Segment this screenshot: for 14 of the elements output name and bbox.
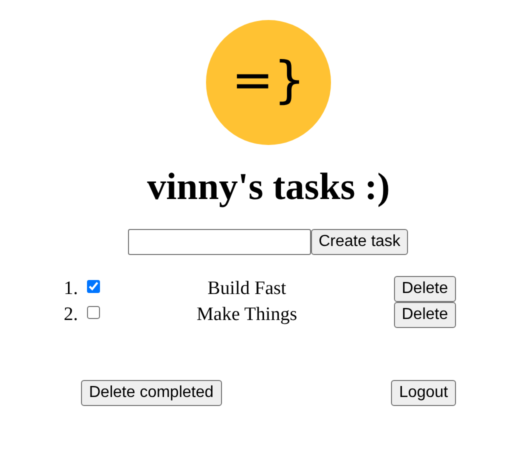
create-task-button[interactable]: Create task: [310, 228, 408, 255]
list-number: 2.: [62, 304, 78, 326]
task-checkbox[interactable]: [87, 306, 100, 320]
task-input-field[interactable]: [128, 228, 311, 255]
page-title: vinny's tasks :): [147, 167, 390, 209]
list-number: 1.: [62, 278, 78, 300]
delete-button[interactable]: Delete: [394, 302, 456, 328]
logout-button[interactable]: Logout: [391, 380, 456, 406]
task-checkbox[interactable]: [87, 280, 100, 294]
task-text: Build Fast: [206, 278, 288, 300]
logo-text: =}: [232, 54, 306, 110]
delete-completed-button[interactable]: Delete completed: [81, 380, 222, 406]
task-text: Make Things: [196, 304, 298, 326]
delete-button[interactable]: Delete: [394, 276, 456, 302]
